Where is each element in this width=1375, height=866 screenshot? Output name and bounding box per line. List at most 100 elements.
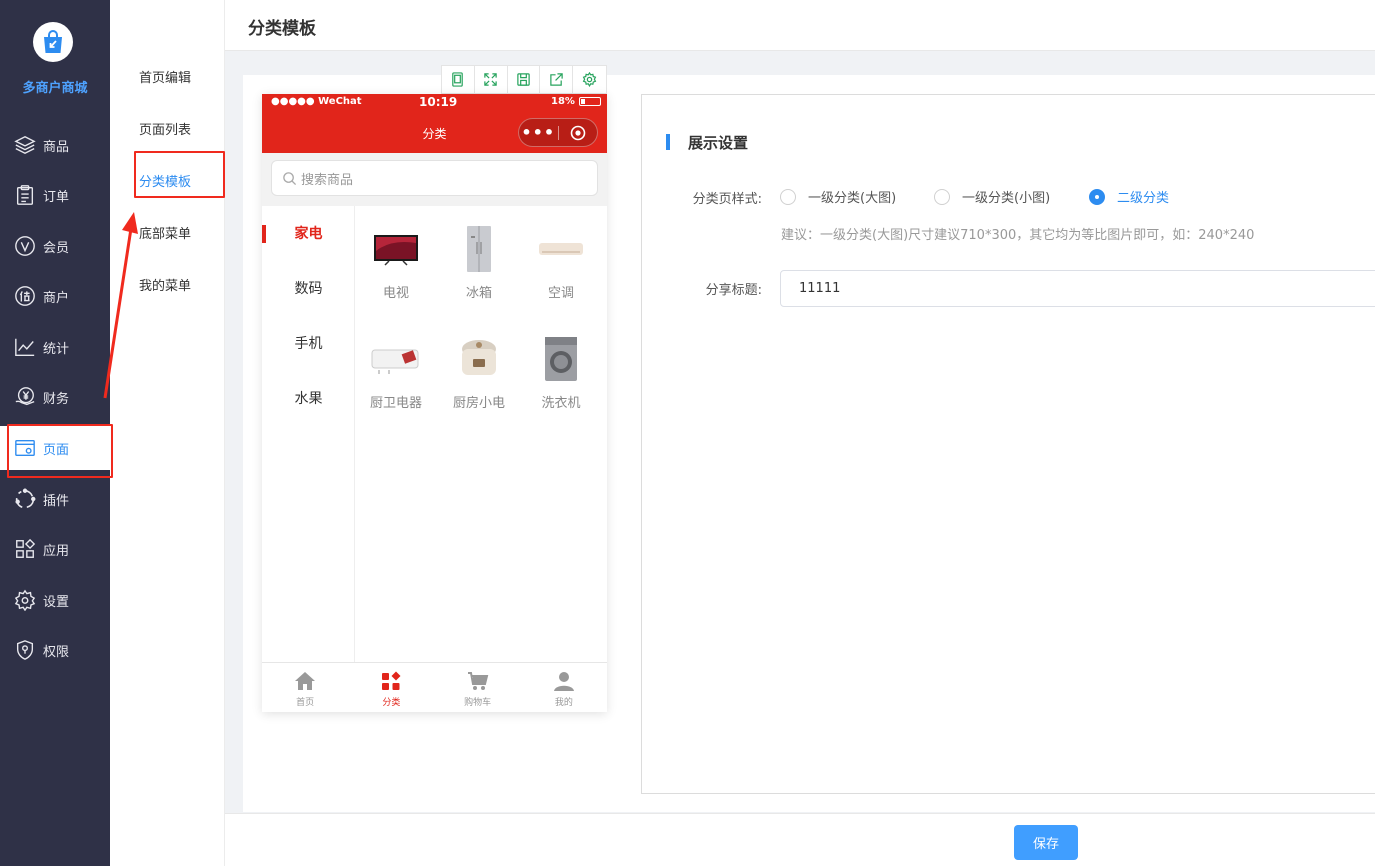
radio-circle	[934, 188, 950, 205]
main-sidebar: 多商户商城 商品 订单 会员 商户 统计 财务 页面 插件 应用 设置 权限	[0, 0, 110, 866]
sidebar-item-label: 设置	[43, 594, 70, 610]
user-icon	[553, 672, 574, 691]
category-grid-icon	[382, 671, 401, 690]
battery-percent: 18%	[551, 96, 575, 107]
phone-search-bar: 搜索商品	[262, 153, 607, 206]
sidebar-item-label: 页面	[43, 442, 70, 458]
style-radio-small-image[interactable]: 一级分类(小图)	[934, 187, 1050, 206]
phone-tabbar: 首页 分类 购物车 我的	[262, 662, 607, 708]
tab-label: 购物车	[464, 698, 492, 708]
submenu-item-my-menu[interactable]: 我的菜单	[139, 275, 191, 294]
phone-preview: ●●●●● WeChat 10:19 18% 分类 ••• 搜索商品 家电 数码…	[262, 94, 607, 712]
submenu-item-bottom-menu[interactable]: 底部菜单	[139, 223, 191, 242]
phone-battery: 18%	[551, 96, 601, 107]
logo[interactable]	[33, 22, 73, 62]
radio-label: 二级分类	[1117, 191, 1170, 206]
save-template-button[interactable]	[508, 66, 541, 93]
settings-panel: 展示设置 分类页样式: 一级分类(大图) 一级分类(小图) 二级分类 建议：一级…	[641, 94, 1375, 794]
fullscreen-button[interactable]	[475, 66, 508, 93]
category-item[interactable]: 数码	[262, 274, 355, 304]
sidebar-item-label: 会员	[43, 240, 70, 256]
sidebar-item-goods[interactable]: 商品	[0, 123, 110, 167]
tab-label: 首页	[296, 698, 315, 708]
product-item[interactable]: 洗衣机	[521, 331, 601, 411]
preview-settings-button[interactable]	[573, 66, 606, 93]
phone-frame-icon	[452, 72, 464, 87]
sidebar-item-finance[interactable]: 财务	[0, 375, 110, 419]
more-dots-icon[interactable]: •••	[519, 124, 558, 141]
share-out-icon	[550, 73, 563, 86]
category-item[interactable]: 家电	[262, 219, 355, 249]
export-button[interactable]	[540, 66, 574, 93]
sidebar-item-permissions[interactable]: 权限	[0, 628, 110, 672]
share-title-input[interactable]	[780, 270, 1375, 307]
expand-icon	[484, 73, 497, 86]
share-title-label: 分享标题:	[705, 283, 762, 298]
submenu-item-home-edit[interactable]: 首页编辑	[139, 67, 191, 86]
sidebar-item-settings[interactable]: 设置	[0, 578, 110, 622]
product-name: 电视	[382, 286, 409, 301]
category-item[interactable]: 手机	[262, 329, 355, 359]
search-icon	[283, 171, 297, 185]
close-target-button[interactable]	[558, 125, 597, 141]
size-hint: 建议：一级分类(大图)尺寸建议710*300，其它均为等比图片即可，如：240*…	[781, 228, 1255, 243]
phone-time: 10:19	[419, 95, 458, 109]
sidebar-item-pages[interactable]: 页面	[0, 426, 110, 470]
phone-search-input[interactable]: 搜索商品	[271, 160, 598, 196]
phone-view-button[interactable]	[442, 66, 475, 93]
category-item[interactable]: 水果	[262, 384, 355, 414]
washing-machine-image	[533, 331, 589, 387]
sidebar-item-label: 商户	[43, 290, 70, 306]
tab-home[interactable]: 首页	[262, 663, 348, 708]
battery-icon	[578, 97, 601, 106]
product-name: 洗衣机	[541, 396, 581, 411]
layers-icon	[14, 135, 36, 155]
product-item[interactable]: 空调	[521, 221, 601, 301]
sidebar-item-label: 财务	[43, 391, 70, 407]
phone-header: ●●●●● WeChat 10:19 18% 分类 •••	[262, 94, 607, 153]
save-button[interactable]: 保存	[1014, 825, 1078, 860]
target-icon	[570, 125, 586, 140]
product-name: 空调	[547, 286, 574, 301]
water-heater-image	[368, 331, 424, 387]
gear-icon	[14, 589, 36, 611]
submenu-item-category-template[interactable]: 分类模板	[139, 171, 191, 190]
footer-bar: 保存	[225, 813, 1375, 866]
clipboard-icon	[16, 185, 34, 205]
style-label: 分类页样式:	[692, 192, 762, 207]
shopping-bag-icon	[44, 30, 62, 53]
logo-name: 多商户商城	[22, 81, 88, 96]
tab-label: 分类	[382, 698, 401, 708]
apps-grid-icon	[16, 538, 36, 558]
sidebar-item-statistics[interactable]: 统计	[0, 325, 110, 369]
style-radio-second-level[interactable]: 二级分类	[1089, 187, 1169, 206]
sidebar-item-label: 插件	[43, 493, 70, 509]
page-settings-icon	[15, 439, 35, 457]
sidebar-item-label: 权限	[43, 644, 70, 660]
tab-category[interactable]: 分类	[348, 663, 434, 708]
member-v-icon	[15, 236, 35, 256]
supplier-icon	[15, 286, 35, 306]
radio-circle	[780, 188, 796, 205]
product-item[interactable]: 厨卫电器	[356, 331, 436, 411]
submenu-item-page-list[interactable]: 页面列表	[139, 119, 191, 138]
product-item[interactable]: 厨房小电	[439, 331, 519, 411]
style-radio-big-image[interactable]: 一级分类(大图)	[780, 187, 896, 206]
tab-mine[interactable]: 我的	[521, 663, 607, 708]
floppy-icon	[517, 73, 530, 86]
sidebar-item-label: 统计	[43, 341, 70, 357]
radio-label: 一级分类(小图)	[962, 191, 1051, 206]
sidebar-item-orders[interactable]: 订单	[0, 173, 110, 217]
sidebar-item-merchants[interactable]: 商户	[0, 274, 110, 318]
cart-icon	[467, 672, 488, 690]
sidebar-item-apps[interactable]: 应用	[0, 527, 110, 571]
plugin-ring-icon	[15, 488, 36, 509]
sidebar-item-plugins[interactable]: 插件	[0, 477, 110, 521]
home-icon	[295, 672, 316, 690]
product-item[interactable]: 冰箱	[439, 221, 519, 301]
product-item[interactable]: 电视	[356, 221, 436, 301]
shield-icon	[16, 640, 34, 660]
tab-cart[interactable]: 购物车	[435, 663, 521, 708]
sidebar-item-members[interactable]: 会员	[0, 224, 110, 268]
page-submenu: 首页编辑 页面列表 分类模板 底部菜单 我的菜单	[110, 0, 225, 866]
